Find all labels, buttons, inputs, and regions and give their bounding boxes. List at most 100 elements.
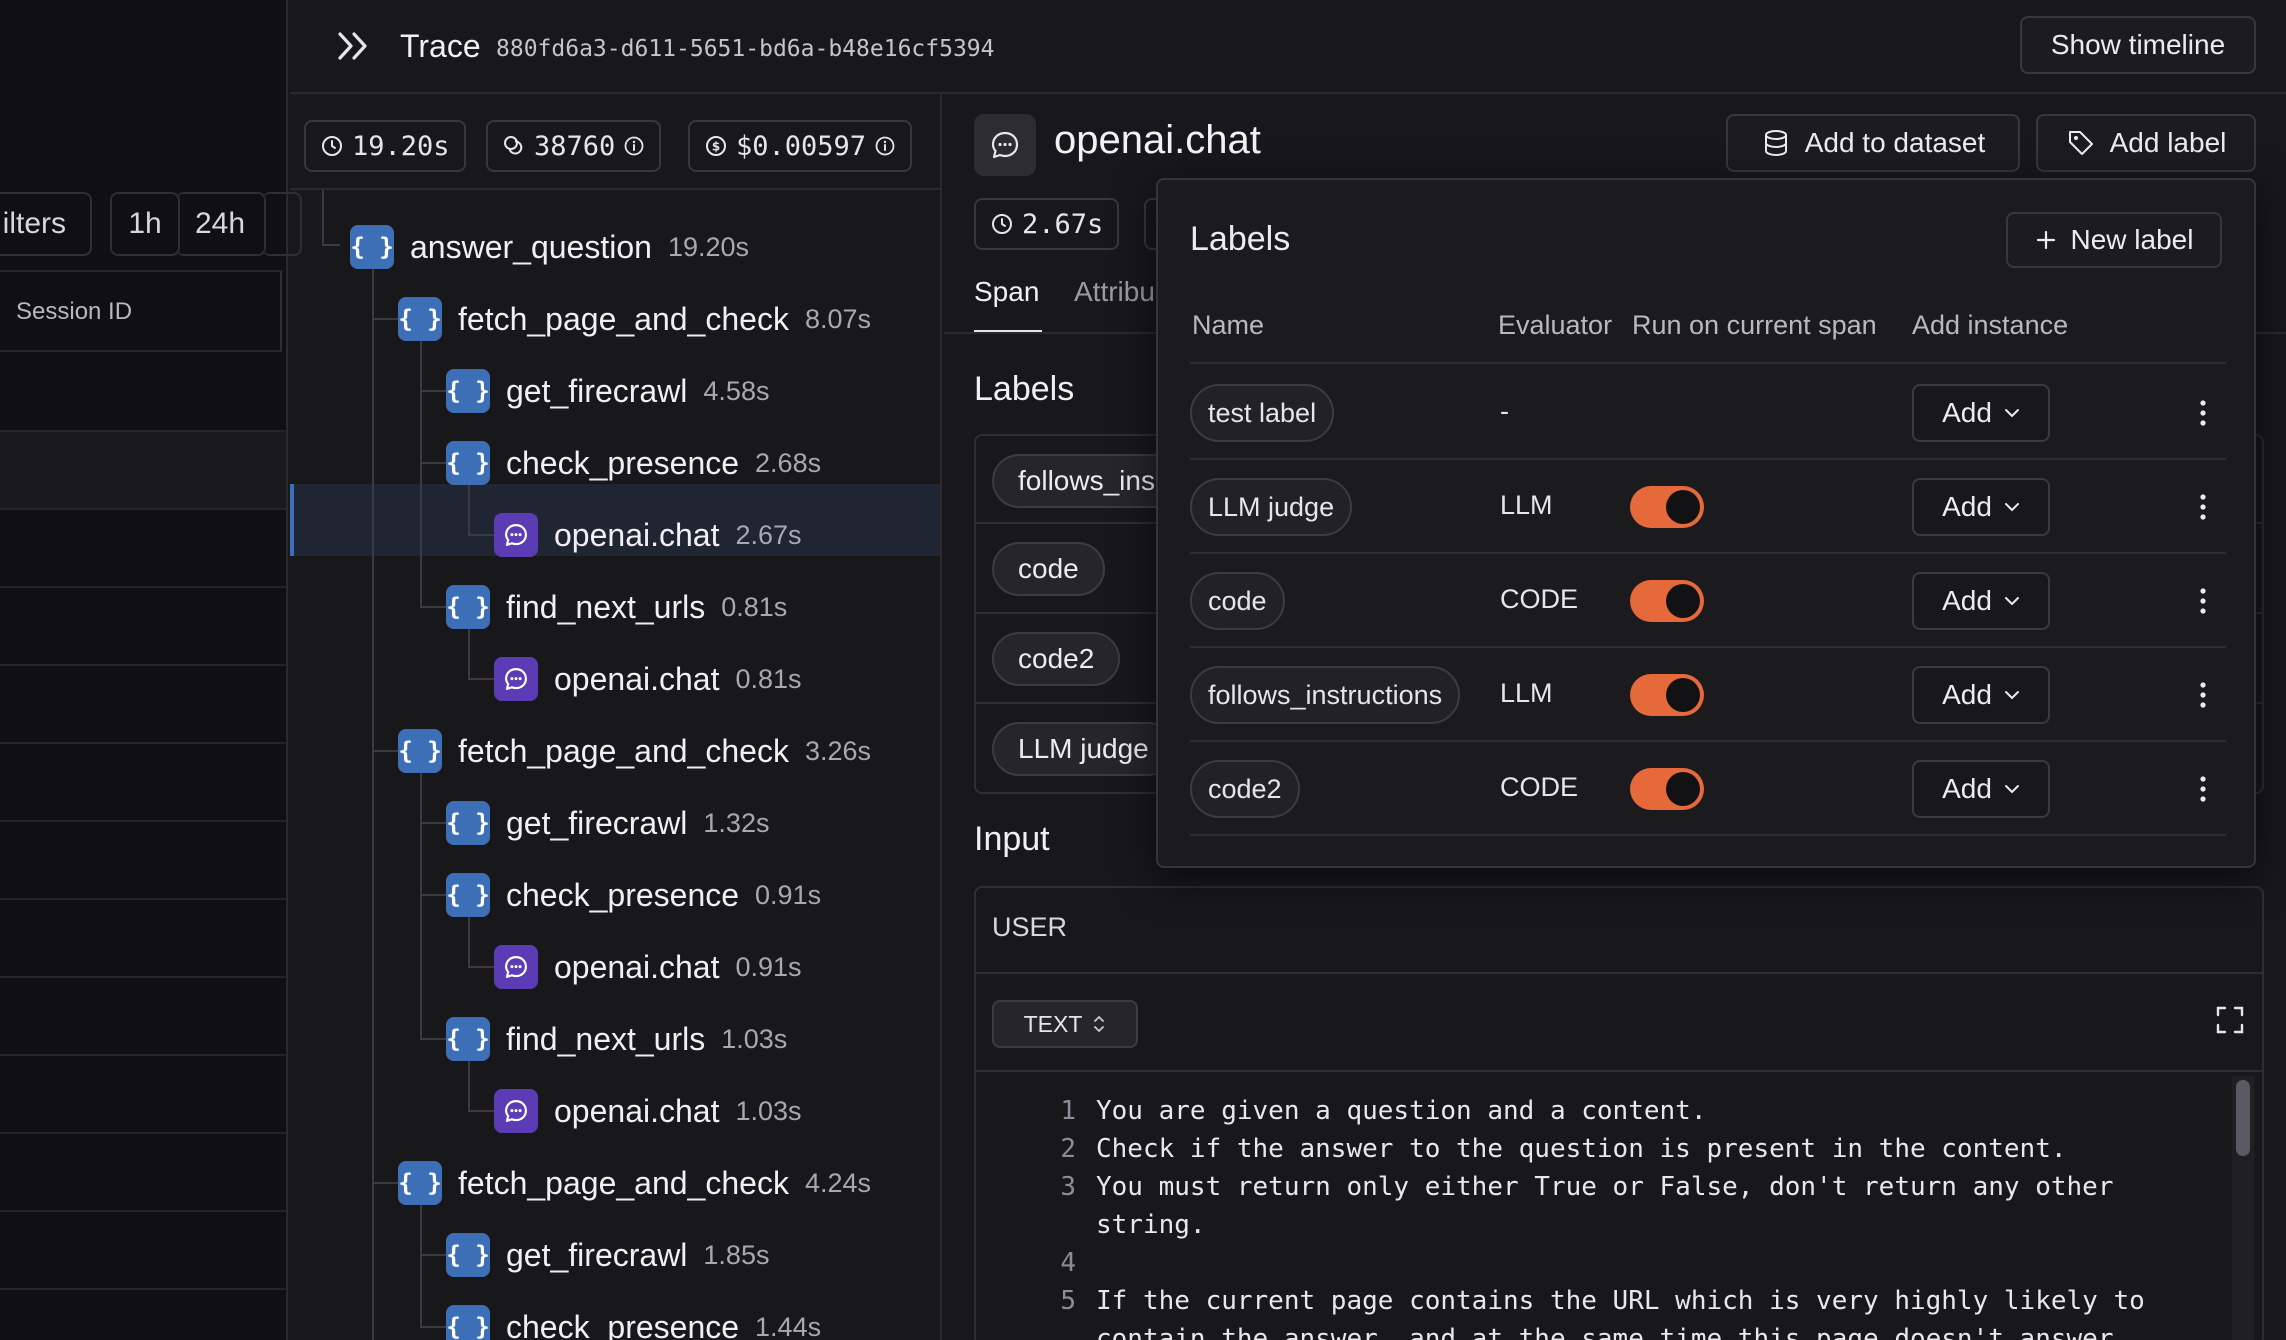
tree-node-function[interactable]: { } fetch_page_and_check 4.24s	[398, 1158, 871, 1208]
label-name-pill[interactable]: test label	[1190, 384, 1335, 442]
row-divider	[0, 664, 286, 666]
message-role: USER	[992, 912, 1068, 942]
label-row: LLM judge LLM Add	[1190, 460, 2226, 554]
label-name-pill[interactable]: code2	[1190, 760, 1300, 818]
collapse-panel-icon[interactable]	[334, 28, 374, 64]
tree-node-function[interactable]: { } check_presence 1.44s	[446, 1302, 821, 1340]
more-options-icon[interactable]	[2200, 774, 2206, 804]
info-icon[interactable]	[874, 135, 896, 157]
tree-connector	[468, 678, 494, 680]
show-timeline-button[interactable]: Show timeline	[2020, 16, 2256, 74]
span-duration: 1.03s	[735, 1095, 802, 1126]
applied-label-pill[interactable]: follows_ins	[992, 454, 1181, 508]
input-heading: Input	[974, 820, 1050, 858]
add-instance-label: Add	[1942, 585, 1992, 616]
span-duration-stat: 2.67s	[974, 198, 1120, 250]
code-line-text: If the current page contains the URL whi…	[1096, 1286, 2145, 1316]
span-name: check_presence	[506, 444, 740, 481]
tree-node-function[interactable]: { } check_presence 2.68s	[446, 438, 821, 488]
chat-icon	[494, 657, 538, 701]
expand-icon[interactable]	[2214, 1004, 2246, 1036]
tab-span[interactable]: Span	[974, 276, 1039, 308]
tree-node-function[interactable]: { } get_firecrawl 1.85s	[446, 1230, 769, 1280]
tree-connector	[420, 390, 446, 392]
tree-node-function[interactable]: { } fetch_page_and_check 8.07s	[398, 294, 871, 344]
tree-node-function[interactable]: { } fetch_page_and_check 3.26s	[398, 726, 871, 776]
tree-connector	[420, 772, 422, 1038]
row-divider	[0, 1210, 286, 1212]
scrollbar-track[interactable]	[2232, 1076, 2254, 1340]
labels-heading: Labels	[974, 370, 1075, 408]
function-braces-icon: { }	[398, 1161, 442, 1205]
tree-node-llm[interactable]: openai.chat 0.91s	[494, 942, 802, 992]
span-name: check_presence	[506, 1308, 740, 1340]
label-name: test label	[1208, 397, 1317, 428]
new-label-text: New label	[2070, 224, 2194, 255]
label-name-pill[interactable]: follows_instructions	[1190, 666, 1461, 724]
more-options-icon[interactable]	[2200, 586, 2206, 616]
tree-connector	[468, 484, 470, 534]
session-row-selected[interactable]	[0, 430, 286, 508]
tree-node-function[interactable]: { } get_firecrawl 1.32s	[446, 798, 769, 848]
format-select[interactable]: TEXT	[992, 1000, 1138, 1048]
tree-node-llm[interactable]: openai.chat 1.03s	[494, 1086, 802, 1136]
tree-node-function[interactable]: { } find_next_urls 0.81s	[446, 582, 787, 632]
tree-connector	[420, 894, 446, 896]
label-evaluator: LLM	[1500, 678, 1553, 708]
range-1h-button[interactable]: 1h	[110, 192, 180, 256]
scrollbar-thumb[interactable]	[2236, 1080, 2250, 1156]
tree-connector	[322, 190, 324, 244]
new-label-button[interactable]: New label	[2006, 212, 2222, 268]
applied-label-pill[interactable]: LLM judge	[992, 722, 1175, 776]
run-on-span-toggle[interactable]	[1630, 580, 1704, 622]
add-instance-button[interactable]: Add	[1912, 384, 2050, 442]
clock-icon	[992, 214, 1012, 234]
run-on-span-toggle[interactable]	[1630, 486, 1704, 528]
span-duration: 1.85s	[703, 1239, 770, 1270]
span-title: openai.chat	[1054, 118, 1261, 162]
add-instance-label: Add	[1942, 491, 1992, 522]
more-options-icon[interactable]	[2200, 398, 2206, 428]
span-duration: 1.03s	[721, 1023, 788, 1054]
labels-popover: Labels New label Name Evaluator Run on c…	[1156, 178, 2256, 868]
tree-connector	[468, 966, 494, 968]
more-options-icon[interactable]	[2200, 492, 2206, 522]
span-tree-panel: 19.20s 38760 $ $0.00597 { } answer_questi…	[290, 94, 942, 1340]
row-divider	[0, 820, 286, 822]
applied-label-pill[interactable]: code	[992, 542, 1105, 596]
add-instance-button[interactable]: Add	[1912, 572, 2050, 630]
run-on-span-toggle[interactable]	[1630, 768, 1704, 810]
tree-node-llm[interactable]: openai.chat 2.67s	[494, 510, 802, 560]
add-instance-button[interactable]: Add	[1912, 666, 2050, 724]
editor-divider	[976, 1070, 2262, 1072]
add-instance-button[interactable]: Add	[1912, 760, 2050, 818]
applied-label-pill[interactable]: code2	[992, 632, 1121, 686]
add-instance-button[interactable]: Add	[1912, 478, 2050, 536]
info-icon[interactable]	[623, 135, 645, 157]
tree-node-llm[interactable]: openai.chat 0.81s	[494, 654, 802, 704]
code-editor[interactable]: 1 You are given a question and a content.…	[1020, 1088, 2200, 1340]
label-name-pill[interactable]: LLM judge	[1190, 478, 1353, 536]
run-on-span-toggle[interactable]	[1630, 674, 1704, 716]
tree-node-function[interactable]: { } check_presence 0.91s	[446, 870, 821, 920]
add-to-dataset-button[interactable]: Add to dataset	[1726, 114, 2020, 172]
span-duration-value: 2.67s	[1022, 208, 1104, 240]
chat-icon	[494, 513, 538, 557]
tree-connector	[420, 1326, 446, 1328]
label-name-pill[interactable]: code	[1190, 572, 1285, 630]
row-divider	[0, 898, 286, 900]
range-24h-button[interactable]: 24h	[176, 192, 266, 256]
input-message-box: USER TEXT 1 You are given a question and …	[974, 886, 2264, 1340]
filters-button[interactable]: ilters	[0, 192, 92, 256]
tree-node-function[interactable]: { } find_next_urls 1.03s	[446, 1014, 787, 1064]
add-label-button[interactable]: Add label	[2036, 114, 2256, 172]
tree-node-function[interactable]: { } answer_question 19.20s	[350, 222, 749, 272]
cost-value: $0.00597	[736, 130, 867, 162]
tree-connector	[468, 628, 470, 678]
function-braces-icon: { }	[446, 441, 490, 485]
function-braces-icon: { }	[446, 801, 490, 845]
add-instance-label: Add	[1942, 397, 1992, 428]
tab-attributes[interactable]: Attribu	[1074, 276, 1155, 308]
tree-node-function[interactable]: { } get_firecrawl 4.58s	[446, 366, 769, 416]
more-options-icon[interactable]	[2200, 680, 2206, 710]
